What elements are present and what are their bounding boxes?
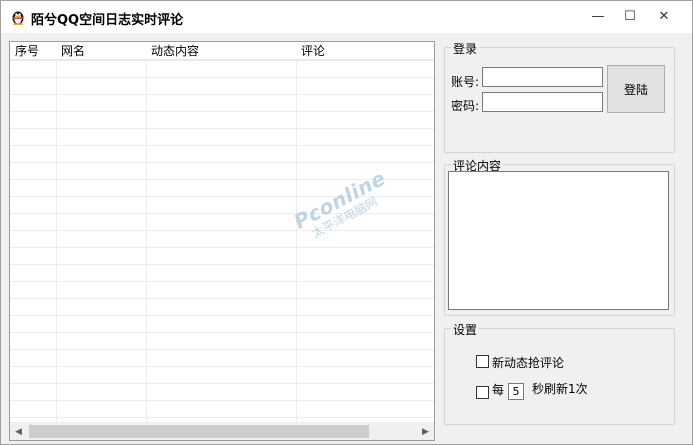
grab-comment-label: 新动态抢评论	[492, 356, 565, 370]
settings-group-title: 设置	[451, 321, 480, 338]
main-window: 陌兮QQ空间日志实时评论 — ☐ ✕ 序号 网名 动态内容 评论 ◀ ▶ Pco…	[0, 0, 693, 445]
grid-row-line	[10, 383, 434, 384]
grid-row-line	[10, 145, 434, 146]
grid-row-line	[10, 230, 434, 231]
grid-row-line	[10, 332, 434, 333]
login-group: 登录 账号: 密码: 登陆	[444, 40, 675, 153]
maximize-icon: ☐	[624, 8, 636, 24]
settings-group: 设置 新动态抢评论 每 5 秒刷新1次	[444, 321, 675, 425]
window-title: 陌兮QQ空间日志实时评论	[31, 13, 184, 28]
refresh-interval-input[interactable]: 5	[508, 383, 524, 400]
login-button[interactable]: 登陆	[607, 65, 665, 113]
list-grid	[10, 60, 434, 422]
grid-column-divider	[56, 60, 57, 422]
grid-row-line	[10, 128, 434, 129]
password-label: 密码:	[451, 99, 480, 113]
column-header-index[interactable]: 序号	[10, 43, 56, 59]
grid-column-divider	[146, 60, 147, 422]
column-header-content[interactable]: 动态内容	[146, 43, 296, 59]
grid-column-divider	[296, 60, 297, 422]
minimize-icon: —	[591, 8, 605, 24]
column-header-comment[interactable]: 评论	[296, 43, 434, 59]
grid-row-line	[10, 247, 434, 248]
title-bar[interactable]: 陌兮QQ空间日志实时评论 — ☐ ✕	[1, 1, 692, 33]
close-button[interactable]: ✕	[641, 1, 687, 31]
account-input[interactable]	[482, 67, 603, 87]
password-input[interactable]	[482, 92, 603, 112]
horizontal-scrollbar[interactable]: ◀ ▶	[10, 422, 434, 440]
grid-row-line	[10, 94, 434, 95]
grid-row-line	[10, 213, 434, 214]
grid-row-line	[10, 264, 434, 265]
account-label: 账号:	[451, 75, 480, 89]
column-header-nickname[interactable]: 网名	[56, 43, 146, 59]
scroll-left-button[interactable]: ◀	[10, 423, 27, 440]
grid-row-line	[10, 349, 434, 350]
login-group-title: 登录	[451, 40, 480, 57]
qq-penguin-icon	[12, 11, 24, 25]
comment-textarea[interactable]	[448, 171, 669, 310]
grid-row-line	[10, 162, 434, 163]
scroll-right-button[interactable]: ▶	[417, 423, 434, 440]
arrow-left-icon: ◀	[15, 426, 22, 437]
grid-row-line	[10, 298, 434, 299]
list-header: 序号 网名 动态内容 评论	[10, 42, 434, 60]
grid-row-line	[10, 366, 434, 367]
grid-row-line	[10, 281, 434, 282]
scrollbar-thumb[interactable]	[29, 425, 369, 438]
grab-comment-checkbox[interactable]	[476, 355, 489, 368]
grid-row-line	[10, 60, 434, 61]
grid-row-line	[10, 196, 434, 197]
grid-row-line	[10, 77, 434, 78]
refresh-checkbox[interactable]	[476, 386, 489, 399]
grid-row-line	[10, 111, 434, 112]
grid-row-line	[10, 315, 434, 316]
close-icon: ✕	[658, 8, 670, 24]
refresh-suffix-label: 秒刷新1次	[532, 382, 588, 396]
refresh-prefix-label: 每	[492, 383, 505, 397]
grid-row-line	[10, 417, 434, 418]
comment-group: 评论内容	[444, 157, 675, 316]
comment-list-view[interactable]: 序号 网名 动态内容 评论 ◀ ▶	[9, 41, 435, 441]
arrow-right-icon: ▶	[422, 426, 429, 437]
grid-row-line	[10, 400, 434, 401]
login-button-label: 登陆	[623, 82, 648, 97]
grid-row-line	[10, 179, 434, 180]
